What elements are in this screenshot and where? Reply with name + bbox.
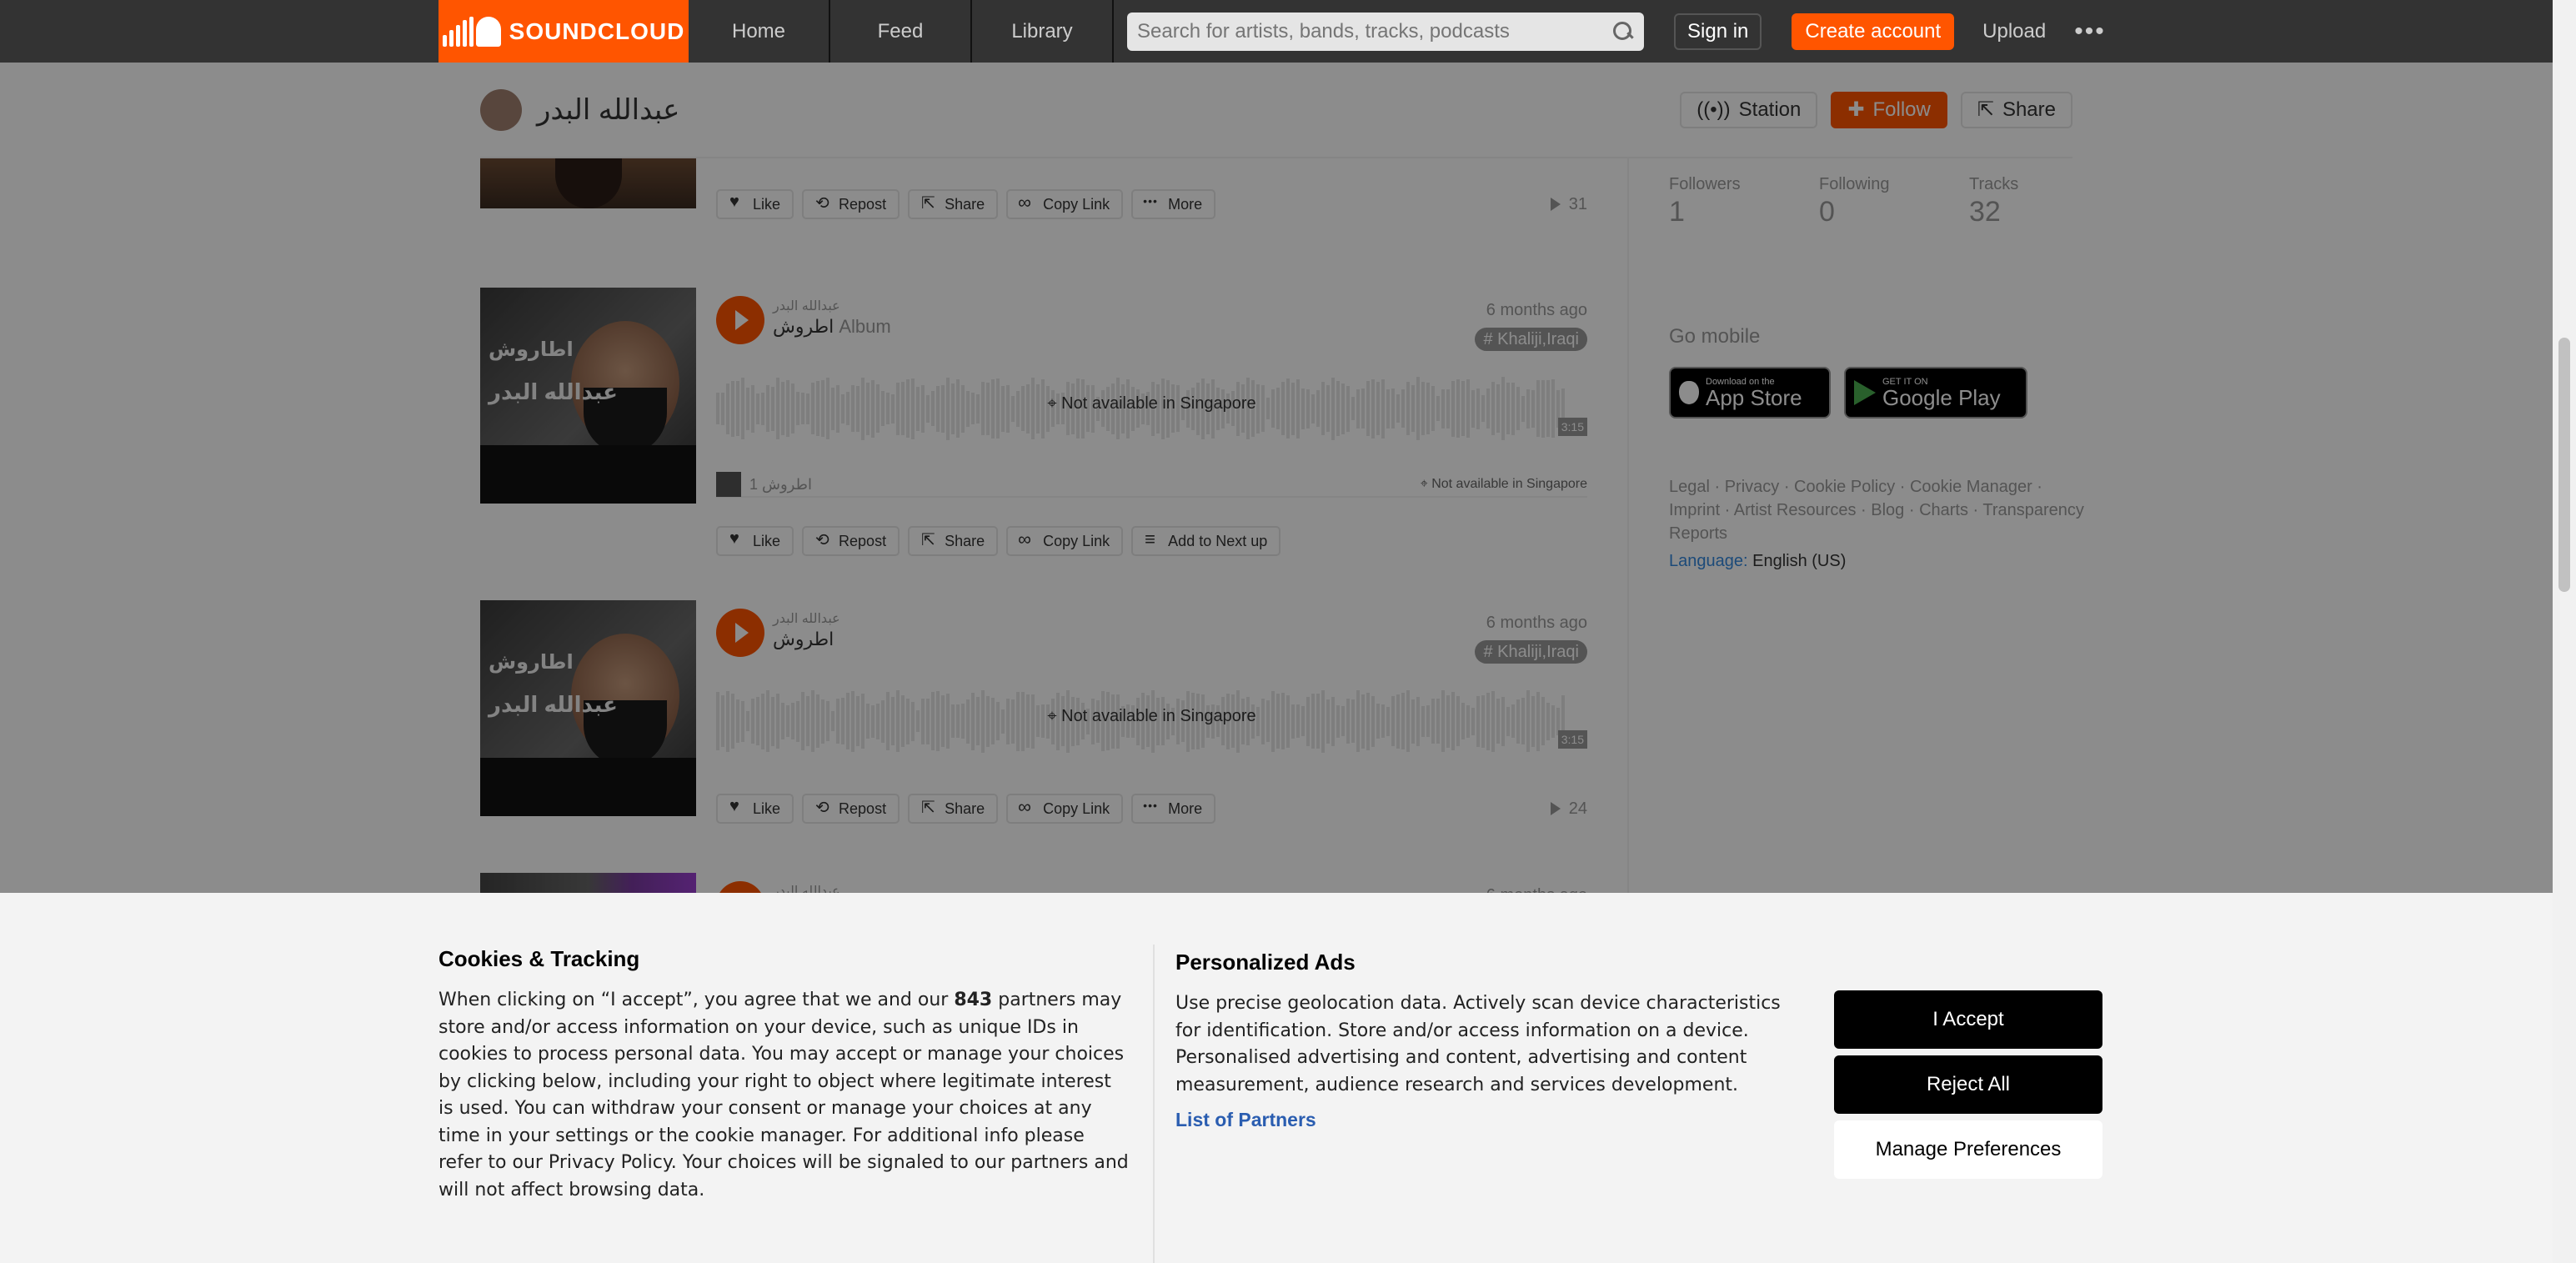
- logo-text: SOUNDCLOUD: [509, 18, 685, 44]
- manage-preferences-button[interactable]: Manage Preferences: [1834, 1120, 2102, 1179]
- search-icon[interactable]: [1612, 21, 1634, 43]
- cookie-body-rest: partners may store and/or access informa…: [439, 990, 1129, 1200]
- personalized-ads-column: Personalized Ads Use precise geolocation…: [1175, 950, 1792, 1131]
- nav-home[interactable]: Home: [689, 0, 830, 63]
- soundcloud-logo[interactable]: SOUNDCLOUD: [439, 0, 689, 63]
- column-divider: [1153, 945, 1155, 1263]
- partner-count: 843: [954, 990, 993, 1010]
- create-account-button[interactable]: Create account: [1792, 13, 1955, 50]
- cookie-info-column: Cookies & Tracking When clicking on “I a…: [439, 946, 1130, 1204]
- cookie-buttons: I Accept Reject All Manage Preferences: [1834, 990, 2102, 1185]
- cloud-logo-icon: [442, 16, 501, 47]
- page-scrollbar[interactable]: [2553, 0, 2576, 1263]
- search-input[interactable]: [1137, 19, 1612, 43]
- cookie-title: Cookies & Tracking: [439, 946, 640, 971]
- ads-body: Use precise geolocation data. Actively s…: [1175, 993, 1781, 1095]
- cookie-body-intro: When clicking on “I accept”, you agree t…: [439, 990, 955, 1010]
- nav-feed[interactable]: Feed: [830, 0, 972, 63]
- cookie-consent-banner: Cookies & Tracking When clicking on “I a…: [0, 893, 2553, 1263]
- cookie-body: When clicking on “I accept”, you agree t…: [439, 987, 1130, 1204]
- reject-all-button[interactable]: Reject All: [1834, 1055, 2102, 1114]
- upload-link[interactable]: Upload: [1982, 20, 2046, 43]
- top-navigation-inner: SOUNDCLOUD Home Feed Library Sign in Cre…: [439, 0, 2106, 63]
- more-options-icon[interactable]: •••: [2074, 18, 2106, 46]
- sign-in-button[interactable]: Sign in: [1674, 13, 1762, 50]
- search-box: [1127, 12, 1644, 51]
- nav-library[interactable]: Library: [972, 0, 1114, 63]
- scrollbar-thumb[interactable]: [2558, 338, 2570, 592]
- ads-title: Personalized Ads: [1175, 950, 1356, 975]
- top-navigation-bar: SOUNDCLOUD Home Feed Library Sign in Cre…: [0, 0, 2553, 63]
- list-of-partners-link[interactable]: List of Partners: [1175, 1109, 1792, 1131]
- accept-button[interactable]: I Accept: [1834, 990, 2102, 1049]
